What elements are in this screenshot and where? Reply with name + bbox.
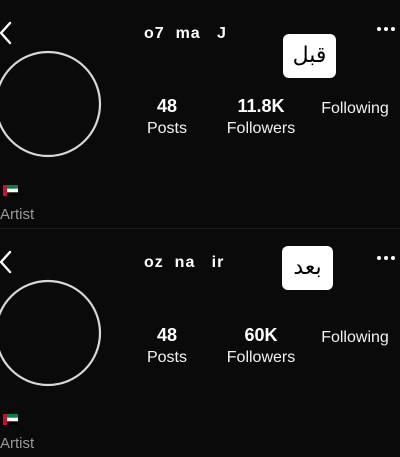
more-horizontal-icon <box>377 27 395 31</box>
posts-stat[interactable]: 48 Posts <box>136 325 198 369</box>
avatar-ring <box>0 50 102 158</box>
followers-count: 11.8K <box>237 96 285 116</box>
profile-username: oz na ir <box>144 254 225 271</box>
back-button[interactable] <box>0 247 18 277</box>
uae-flag-icon <box>3 185 18 196</box>
followers-stat[interactable]: 60K Followers <box>220 325 302 369</box>
following-stat[interactable]: Following <box>314 96 396 120</box>
more-horizontal-icon <box>377 256 395 260</box>
following-stat[interactable]: Following <box>314 325 396 349</box>
avatar[interactable] <box>0 48 104 160</box>
profile-panel-before: o7 ma J قبل 48 Posts 11.8K Followers Fol… <box>0 0 400 228</box>
avatar[interactable] <box>0 277 104 389</box>
followers-stat[interactable]: 11.8K Followers <box>220 96 302 140</box>
posts-count: 48 <box>156 96 178 116</box>
followers-label: Followers <box>226 349 296 366</box>
after-label: بعد <box>282 246 333 290</box>
profile-category: Artist <box>0 206 35 223</box>
followers-count: 60K <box>244 325 278 345</box>
profile-panel-after: oz na ir بعد 48 Posts 60K Followers Foll… <box>0 229 400 457</box>
more-options-button[interactable] <box>376 253 396 263</box>
following-label: Following <box>321 329 389 346</box>
profile-username: o7 ma J <box>144 25 227 42</box>
more-options-button[interactable] <box>376 24 396 34</box>
posts-label: Posts <box>146 120 187 137</box>
posts-stat[interactable]: 48 Posts <box>136 96 198 140</box>
posts-label: Posts <box>146 349 187 366</box>
back-button[interactable] <box>0 18 18 48</box>
chevron-left-icon <box>0 21 12 45</box>
before-label: قبل <box>283 34 336 78</box>
following-label: Following <box>321 100 389 117</box>
posts-count: 48 <box>156 325 178 345</box>
uae-flag-icon <box>3 414 18 425</box>
profile-category: Artist <box>0 435 35 452</box>
avatar-ring <box>0 279 102 387</box>
chevron-left-icon <box>0 250 12 274</box>
followers-label: Followers <box>226 120 296 137</box>
